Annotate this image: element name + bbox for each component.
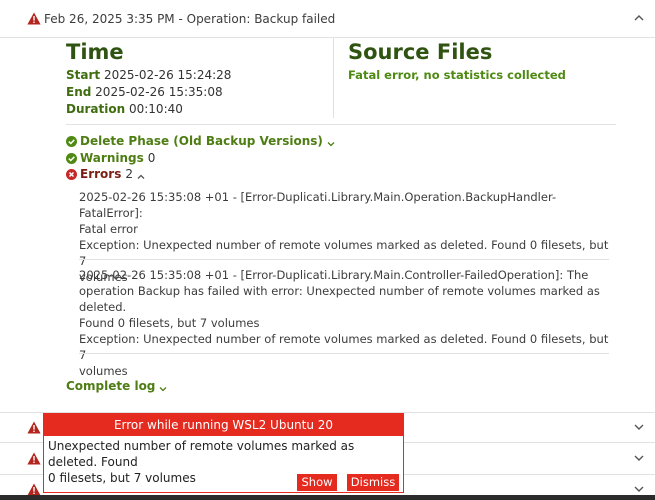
chevron-up-icon[interactable]	[633, 12, 645, 24]
taskbar-edge	[0, 495, 655, 500]
errors-label: Errors	[80, 167, 122, 181]
error-divider	[79, 353, 609, 354]
errors-count: 2	[125, 167, 133, 181]
duration-value: 00:10:40	[128, 102, 183, 116]
start-label: Start	[66, 68, 101, 82]
warnings-count: 0	[147, 151, 156, 165]
error-2-line-4: Exception: Unexpected number of remote v…	[79, 332, 609, 362]
error-message-2: 2025-02-26 15:35:08 +01 - [Error-Duplica…	[79, 267, 609, 379]
dismiss-button[interactable]: Dismiss	[347, 474, 399, 491]
error-1-line-1: 2025-02-26 15:35:08 +01 - [Error-Duplica…	[79, 190, 557, 220]
error-2-line-1: 2025-02-26 15:35:08 +01 - [Error-Duplica…	[79, 268, 589, 282]
error-1-line-3: Exception: Unexpected number of remote v…	[79, 238, 609, 268]
column-divider	[333, 38, 334, 118]
error-2-line-3: Found 0 filesets, but 7 volumes	[79, 316, 260, 330]
error-2-line-2: operation Backup has failed with error: …	[79, 284, 600, 314]
toast-title: Error while running WSL2 Ubuntu 20	[44, 414, 403, 436]
check-circle-icon	[66, 152, 77, 164]
chevron-down-icon[interactable]	[633, 483, 645, 495]
toast-message-line-1: Unexpected number of remote volumes mark…	[48, 439, 355, 469]
error-divider	[79, 259, 609, 260]
log-entry-header[interactable]: Feb 26, 2025 3:35 PM - Operation: Backup…	[0, 0, 655, 38]
warning-triangle-icon	[27, 12, 41, 25]
error-1-line-2: Fatal error	[79, 222, 138, 236]
x-circle-icon	[66, 168, 77, 180]
log-entry-title: Feb 26, 2025 3:35 PM - Operation: Backup…	[44, 12, 336, 26]
complete-log-link[interactable]: Complete log	[66, 379, 167, 393]
chevron-down-icon	[327, 137, 335, 147]
errors-toggle[interactable]: Errors 2	[66, 167, 145, 181]
source-files-heading: Source Files	[348, 40, 493, 64]
start-value: 2025-02-26 15:24:28	[103, 68, 232, 82]
end-row: End 2025-02-26 15:35:08	[66, 85, 223, 99]
complete-log-label: Complete log	[66, 379, 156, 393]
error-toast: Error while running WSL2 Ubuntu 20 Unexp…	[43, 413, 404, 493]
duration-label: Duration	[66, 102, 126, 116]
delete-phase-label: Delete Phase (Old Backup Versions)	[80, 134, 323, 148]
check-circle-icon	[66, 135, 77, 147]
chevron-down-icon[interactable]	[633, 421, 645, 433]
delete-phase-toggle[interactable]: Delete Phase (Old Backup Versions)	[66, 134, 335, 148]
source-files-message: Fatal error, no statistics collected	[348, 68, 566, 82]
section-divider	[66, 124, 616, 125]
toast-message-line-2: 0 filesets, but 7 volumes	[48, 471, 196, 485]
time-heading: Time	[66, 40, 124, 64]
end-label: End	[66, 85, 92, 99]
end-value: 2025-02-26 15:35:08	[95, 85, 223, 99]
chevron-down-icon[interactable]	[633, 452, 645, 464]
show-button[interactable]: Show	[297, 474, 337, 491]
chevron-down-icon	[159, 382, 167, 392]
warnings-label: Warnings	[80, 151, 144, 165]
warning-triangle-icon	[27, 421, 41, 434]
error-2-line-5: volumes	[79, 364, 128, 378]
start-row: Start 2025-02-26 15:24:28	[66, 68, 231, 82]
warning-triangle-icon	[27, 452, 41, 465]
duration-row: Duration 00:10:40	[66, 102, 183, 116]
chevron-up-icon	[137, 170, 145, 179]
warnings-row: Warnings 0	[66, 151, 155, 165]
